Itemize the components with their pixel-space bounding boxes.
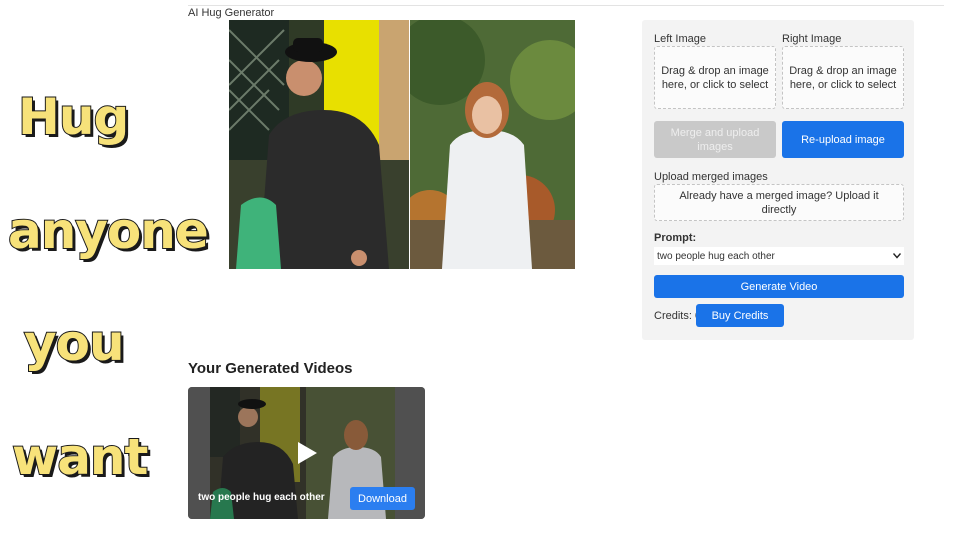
- left-photo-elderly-man: [229, 20, 409, 269]
- video-card[interactable]: two people hug each other Download: [188, 387, 425, 519]
- right-image-label: Right Image: [782, 33, 842, 45]
- buy-credits-button[interactable]: Buy Credits: [696, 304, 784, 327]
- prompt-label: Prompt:: [654, 232, 697, 244]
- generated-videos-title: Your Generated Videos: [188, 360, 353, 377]
- header-divider: [188, 5, 944, 6]
- overlay-text-want: want: [11, 428, 149, 486]
- overlay-text-anyone: anyone: [7, 202, 210, 260]
- overlay-text-you: you: [23, 314, 126, 372]
- right-image-dropzone[interactable]: Drag & drop an image here, or click to s…: [782, 46, 904, 109]
- chevron-down-icon: [893, 253, 901, 259]
- reupload-image-button[interactable]: Re-upload image: [782, 121, 904, 158]
- video-caption: two people hug each other: [198, 492, 325, 503]
- left-image-label: Left Image: [654, 33, 706, 45]
- credits-count: Credits: 0: [654, 310, 702, 322]
- merged-images-label: Upload merged images: [654, 171, 768, 183]
- right-photo-girl: [410, 20, 575, 269]
- app-title: AI Hug Generator: [188, 7, 275, 19]
- upload-panel: Left Image Right Image Drag & drop an im…: [642, 20, 914, 340]
- download-button[interactable]: Download: [350, 487, 415, 510]
- merged-image-dropzone[interactable]: Already have a merged image? Upload it d…: [654, 184, 904, 221]
- prompt-select-value: two people hug each other: [657, 250, 775, 262]
- merged-image-preview: [229, 20, 575, 269]
- overlay-text-hug: Hug: [17, 88, 130, 146]
- merge-upload-button[interactable]: Merge and upload images: [654, 121, 776, 158]
- prompt-select[interactable]: two people hug each other: [654, 247, 904, 265]
- left-image-dropzone[interactable]: Drag & drop an image here, or click to s…: [654, 46, 776, 109]
- generate-video-button[interactable]: Generate Video: [654, 275, 904, 298]
- play-icon[interactable]: [296, 441, 318, 465]
